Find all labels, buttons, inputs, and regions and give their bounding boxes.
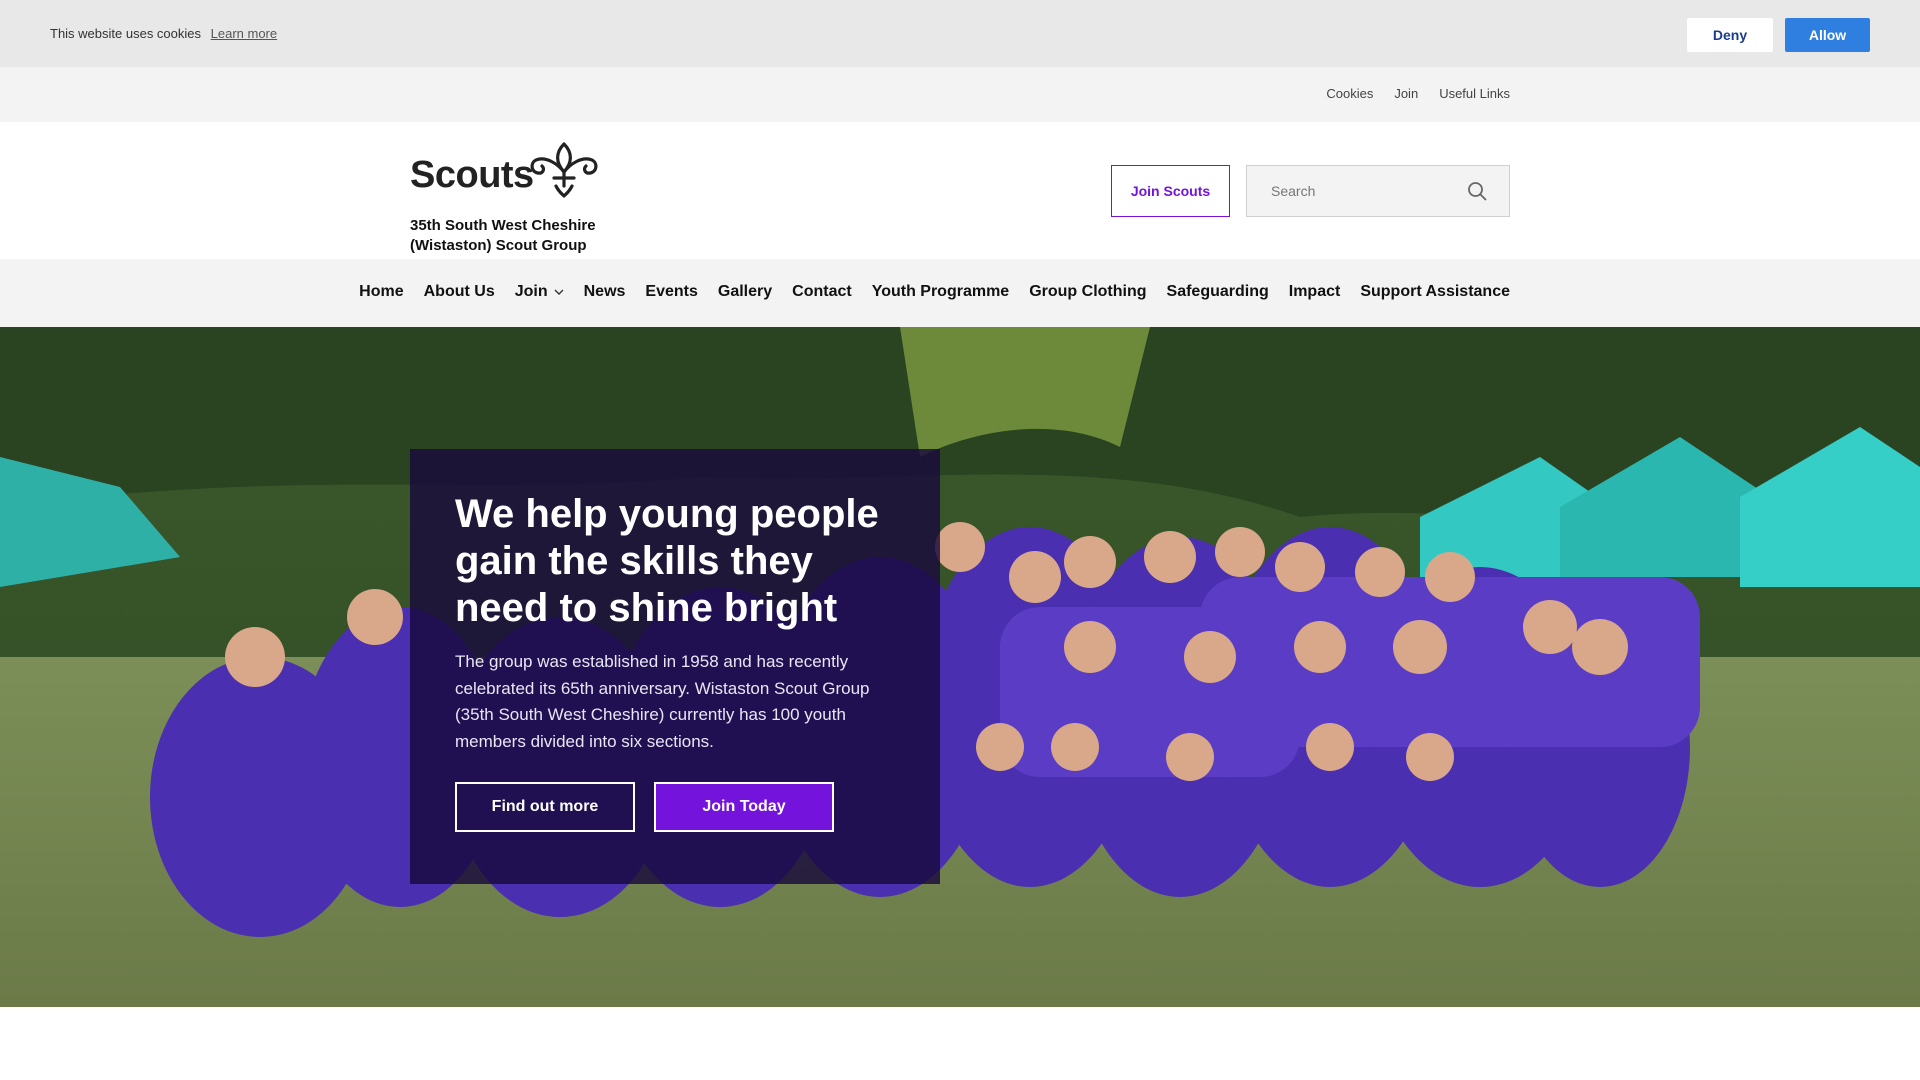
site-logo[interactable]: Scouts 35th South West Cheshire (Wistast…: [410, 142, 610, 254]
search-icon[interactable]: [1467, 181, 1487, 201]
nav-item-safeguarding[interactable]: Safeguarding: [1167, 283, 1269, 301]
group-name: 35th South West Cheshire (Wistaston) Sco…: [410, 216, 650, 256]
cookie-message-wrap: This website uses cookies Learn more: [50, 26, 277, 41]
utility-nav: Cookies Join Useful Links: [1326, 86, 1510, 101]
cookie-learn-more-link[interactable]: Learn more: [211, 26, 277, 41]
group-name-line-1: 35th South West Cheshire: [410, 217, 596, 234]
cookie-banner: This website uses cookies Learn more Den…: [0, 0, 1920, 67]
utility-link-useful-links[interactable]: Useful Links: [1439, 86, 1510, 101]
cookie-deny-button[interactable]: Deny: [1687, 18, 1773, 52]
nav-item-gallery[interactable]: Gallery: [718, 283, 772, 301]
logo-wordmark: Scouts: [410, 154, 534, 196]
join-today-button[interactable]: Join Today: [654, 782, 834, 832]
utility-link-cookies[interactable]: Cookies: [1326, 86, 1373, 101]
nav-item-events[interactable]: Events: [645, 283, 697, 301]
main-nav: Home About Us Join News Events Gallery C…: [0, 259, 1920, 327]
nav-item-group-clothing[interactable]: Group Clothing: [1029, 283, 1146, 301]
hero-content-panel: We help young people gain the skills the…: [410, 449, 940, 884]
nav-item-home[interactable]: Home: [359, 283, 403, 301]
main-nav-list: Home About Us Join News Events Gallery C…: [359, 283, 1510, 301]
nav-item-youth-programme[interactable]: Youth Programme: [872, 283, 1010, 301]
site-header: Scouts 35th South West Cheshire (Wistast…: [0, 122, 1920, 259]
fleur-de-lis-icon: [530, 142, 598, 198]
nav-item-contact[interactable]: Contact: [792, 283, 852, 301]
chevron-down-icon: [554, 289, 564, 295]
hero-title: We help young people gain the skills the…: [455, 492, 879, 630]
nav-item-about-us[interactable]: About Us: [424, 283, 495, 301]
nav-item-join[interactable]: Join: [515, 283, 564, 301]
cookie-message: This website uses cookies: [50, 26, 202, 41]
nav-item-news[interactable]: News: [584, 283, 626, 301]
group-name-line-2: (Wistaston) Scout Group: [410, 237, 587, 254]
hero-group-photo: [0, 327, 1920, 1007]
search-input[interactable]: [1247, 166, 1457, 216]
hero-section: We help young people gain the skills the…: [0, 327, 1920, 1007]
join-scouts-button[interactable]: Join Scouts: [1111, 165, 1230, 217]
nav-item-impact[interactable]: Impact: [1289, 283, 1341, 301]
hero-description: The group was established in 1958 and ha…: [455, 652, 870, 751]
find-out-more-button[interactable]: Find out more: [455, 782, 635, 832]
nav-item-support-assistance[interactable]: Support Assistance: [1360, 283, 1510, 301]
cookie-allow-button[interactable]: Allow: [1785, 18, 1870, 52]
nav-item-join-label: Join: [514, 283, 548, 300]
utility-link-join[interactable]: Join: [1394, 86, 1418, 101]
search-box: [1246, 165, 1510, 217]
utility-bar: Cookies Join Useful Links: [0, 67, 1920, 122]
